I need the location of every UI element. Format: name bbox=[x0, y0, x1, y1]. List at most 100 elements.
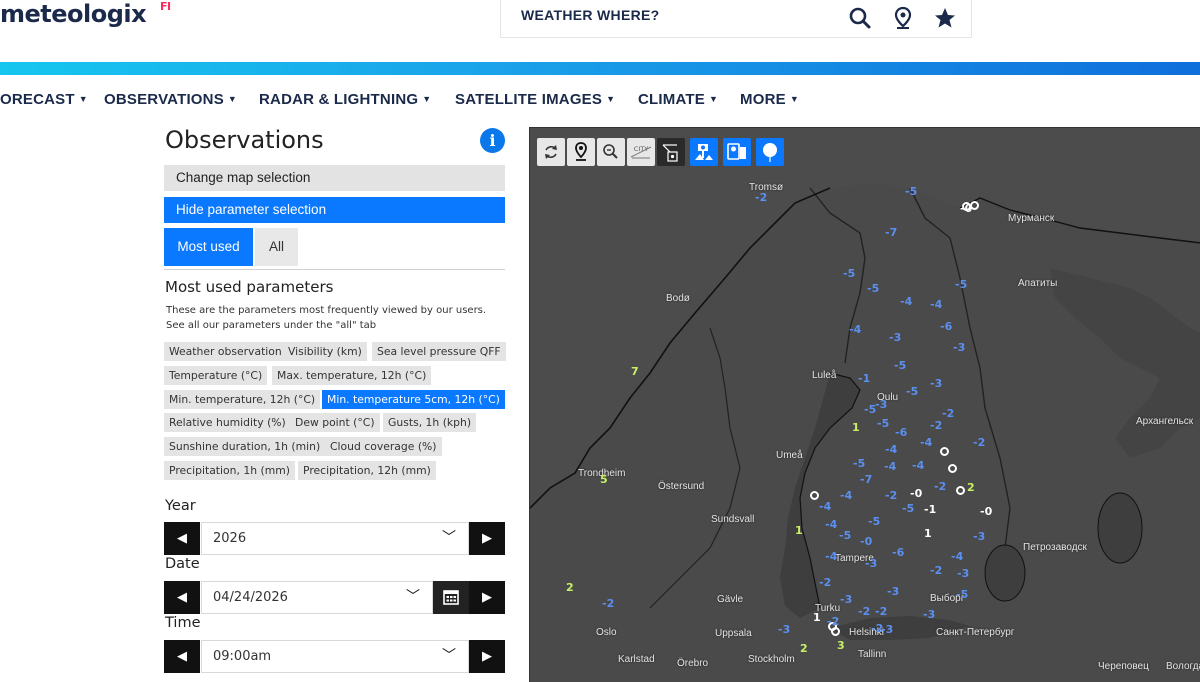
date-select[interactable]: 04/24/2026 ﹀ bbox=[201, 581, 433, 614]
change-map-selection-button[interactable]: Change map selection bbox=[164, 165, 505, 191]
map-zoom-out-button[interactable] bbox=[597, 138, 625, 166]
logo-country: FI bbox=[160, 0, 171, 13]
map-city-labels-toggle[interactable]: CITY bbox=[627, 138, 655, 166]
obs-value: -0 bbox=[910, 487, 923, 500]
parameter-chip[interactable]: Dew point (°C) bbox=[290, 413, 380, 432]
city-label: Апатиты bbox=[1018, 278, 1058, 289]
chevron-down-icon: ﹀ bbox=[442, 648, 456, 664]
parameter-chip[interactable]: Precipitation, 1h (mm) bbox=[164, 461, 295, 480]
city-label: Череповец bbox=[1098, 661, 1149, 672]
city-label: Bodø bbox=[666, 293, 690, 304]
nav-satellite-images[interactable]: SATELLITE IMAGES ▼ bbox=[455, 91, 615, 108]
station-marker[interactable] bbox=[948, 464, 957, 473]
parameter-chip[interactable]: Cloud coverage (%) bbox=[325, 437, 442, 456]
obs-value: -7 bbox=[885, 226, 898, 239]
parameter-chip[interactable]: Weather observation bbox=[164, 342, 287, 361]
obs-value: -0 bbox=[980, 505, 993, 518]
location-search[interactable]: WEATHER WHERE? bbox=[500, 0, 972, 38]
parameter-chip-selected[interactable]: Min. temperature 5cm, 12h (°C) bbox=[322, 390, 505, 409]
station-marker[interactable] bbox=[956, 486, 965, 495]
caret-right-icon: ▶ bbox=[482, 531, 492, 546]
tab-all[interactable]: All bbox=[255, 228, 298, 266]
obs-value: 1 bbox=[924, 527, 932, 540]
parameter-chip[interactable]: Precipitation, 12h (mm) bbox=[298, 461, 436, 480]
map-roadweather-toggle[interactable] bbox=[723, 138, 751, 166]
parameter-chip[interactable]: Visibility (km) bbox=[283, 342, 367, 361]
station-marker[interactable] bbox=[810, 491, 819, 500]
caret-left-icon: ◀ bbox=[177, 590, 187, 605]
date-next-button[interactable]: ▶ bbox=[469, 581, 505, 614]
city-label: Oslo bbox=[596, 627, 617, 638]
obs-value: -5 bbox=[956, 588, 969, 601]
obs-value: -4 bbox=[912, 459, 925, 472]
map-station-plot-toggle[interactable] bbox=[657, 138, 685, 166]
location-pin-icon[interactable] bbox=[891, 6, 915, 30]
year-select[interactable]: 2026 ﹀ bbox=[201, 522, 469, 555]
observation-map[interactable]: CITY Tromsø Мурманск Bodø Апатиты Luleå … bbox=[529, 127, 1200, 682]
obs-value: -5 bbox=[955, 278, 968, 291]
nav-observations[interactable]: OBSERVATIONS ▼ bbox=[104, 91, 237, 108]
caret-down-icon: ▼ bbox=[606, 94, 616, 104]
nav-climate[interactable]: CLIMATE ▼ bbox=[638, 91, 718, 108]
nav-forecast[interactable]: ORECAST ▼ bbox=[0, 91, 88, 108]
search-input[interactable]: WEATHER WHERE? bbox=[521, 7, 660, 23]
parameter-chip[interactable]: Min. temperature, 12h (°C) bbox=[164, 390, 321, 409]
calendar-button[interactable] bbox=[433, 581, 469, 614]
parameter-chip[interactable]: Gusts, 1h (kph) bbox=[383, 413, 477, 432]
zoom-out-icon bbox=[603, 144, 618, 159]
obs-value: -4 bbox=[884, 460, 897, 473]
obs-value: -2 bbox=[885, 489, 898, 502]
obs-value: -4 bbox=[840, 489, 853, 502]
parameter-chip[interactable]: Temperature (°C) bbox=[164, 366, 268, 385]
map-locate-button[interactable] bbox=[567, 138, 595, 166]
tab-most-used[interactable]: Most used bbox=[164, 228, 253, 266]
site-logo[interactable]: meteologix FI bbox=[0, 0, 171, 28]
obs-value: -4 bbox=[930, 298, 943, 311]
obs-value: -2 bbox=[875, 605, 888, 618]
station-marker[interactable] bbox=[831, 627, 840, 636]
nav-more[interactable]: MORE ▼ bbox=[740, 91, 799, 108]
parameter-chip[interactable]: Relative humidity (%) bbox=[164, 413, 291, 432]
year-selector: ◀ 2026 ﹀ ▶ bbox=[164, 522, 505, 555]
obs-value: -7 bbox=[860, 473, 873, 486]
city-label: Архангельск bbox=[1136, 416, 1194, 427]
obs-value: -4 bbox=[825, 518, 838, 531]
nav-radar-lightning[interactable]: RADAR & LIGHTNING ▼ bbox=[259, 91, 431, 108]
info-icon[interactable]: i bbox=[480, 128, 505, 153]
obs-value: -3 bbox=[973, 530, 986, 543]
station-plot-icon bbox=[662, 144, 678, 162]
section-description: These are the parameters most frequently… bbox=[166, 305, 487, 331]
obs-value: -1 bbox=[858, 372, 871, 385]
obs-value: -4 bbox=[920, 436, 933, 449]
obs-value: -3 bbox=[865, 557, 878, 570]
star-icon[interactable] bbox=[933, 6, 957, 30]
city-label: Tallinn bbox=[858, 649, 887, 660]
time-next-button[interactable]: ▶ bbox=[469, 640, 505, 673]
time-prev-button[interactable]: ◀ bbox=[164, 640, 200, 673]
city-label: Umeå bbox=[776, 450, 803, 461]
caret-down-icon: ▼ bbox=[227, 94, 238, 104]
obs-value: -3 bbox=[887, 585, 900, 598]
city-label: Örebro bbox=[677, 658, 709, 669]
obs-value: -5 bbox=[894, 359, 907, 372]
year-next-button[interactable]: ▶ bbox=[469, 522, 505, 555]
obs-value: -4 bbox=[849, 323, 862, 336]
map-refresh-button[interactable] bbox=[537, 138, 565, 166]
parameter-chip[interactable]: Sea level pressure QFF bbox=[372, 342, 506, 361]
map-balloon-toggle[interactable] bbox=[756, 138, 784, 166]
caret-left-icon: ◀ bbox=[177, 531, 187, 546]
map-webcam-toggle[interactable] bbox=[690, 138, 718, 166]
obs-value: -3 bbox=[953, 341, 966, 354]
station-marker[interactable] bbox=[940, 447, 949, 456]
city-label: Östersund bbox=[658, 481, 705, 492]
parameter-chip[interactable]: Sunshine duration, 1h (min) bbox=[164, 437, 326, 456]
parameter-chip[interactable]: Max. temperature, 12h (°C) bbox=[272, 366, 432, 385]
hide-parameter-selection-button[interactable]: Hide parameter selection bbox=[164, 197, 505, 223]
search-icon[interactable] bbox=[848, 6, 872, 30]
obs-value: 2 bbox=[967, 481, 975, 494]
caret-down-icon: ▼ bbox=[78, 94, 88, 104]
time-select[interactable]: 09:00am ﹀ bbox=[201, 640, 469, 673]
obs-value: 1 bbox=[813, 611, 821, 624]
year-prev-button[interactable]: ◀ bbox=[164, 522, 200, 555]
date-prev-button[interactable]: ◀ bbox=[164, 581, 200, 614]
